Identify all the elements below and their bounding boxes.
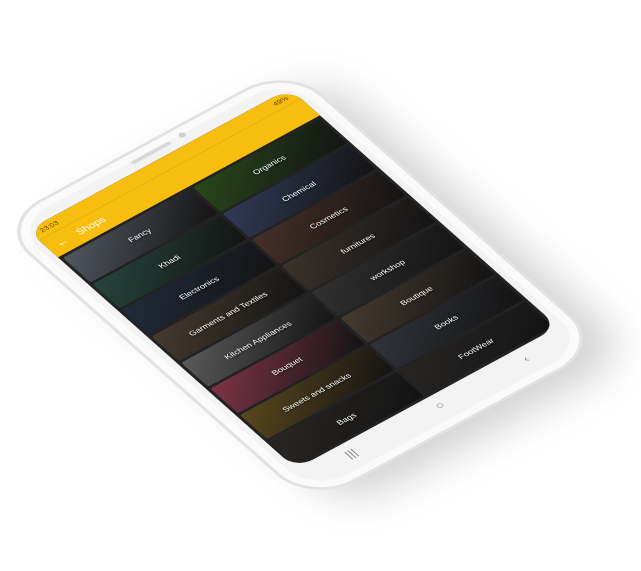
shop-tile-label: Fancy — [126, 226, 154, 245]
shop-grid: Fancy Organics Khadi Chemical Electronic… — [58, 115, 558, 468]
app-screen: 23:03 49% ← Shops Fancy Organics Khadi C… — [27, 88, 559, 469]
shop-tile-label: workshop — [367, 258, 408, 282]
shop-tile-label: Khadi — [156, 253, 183, 270]
shop-tile-label: Books — [432, 313, 461, 332]
front-camera — [177, 131, 188, 139]
shop-tile-label: Cosmetics — [307, 205, 350, 231]
shop-tile-label: Bouquet — [269, 355, 306, 378]
shop-tile-label: Organics — [250, 154, 289, 177]
phone-mockup: 23:03 49% ← Shops Fancy Organics Khadi C… — [0, 0, 641, 571]
shop-tile-label: Electronics — [176, 274, 222, 302]
shop-tile-label: Boutique — [398, 285, 436, 308]
shop-tile-label: FootWear — [455, 336, 497, 361]
shop-tile-label: furnitures — [338, 232, 378, 256]
back-arrow-icon[interactable]: ← — [51, 234, 73, 249]
shop-tile-label: Bags — [334, 411, 359, 427]
phone-frame: 23:03 49% ← Shops Fancy Organics Khadi C… — [0, 68, 601, 502]
recent-apps-icon[interactable]: ||| — [341, 447, 360, 461]
back-icon[interactable]: ‹ — [519, 353, 533, 364]
shop-tile-label: Chemical — [279, 179, 319, 204]
home-icon[interactable]: ○ — [431, 399, 448, 412]
